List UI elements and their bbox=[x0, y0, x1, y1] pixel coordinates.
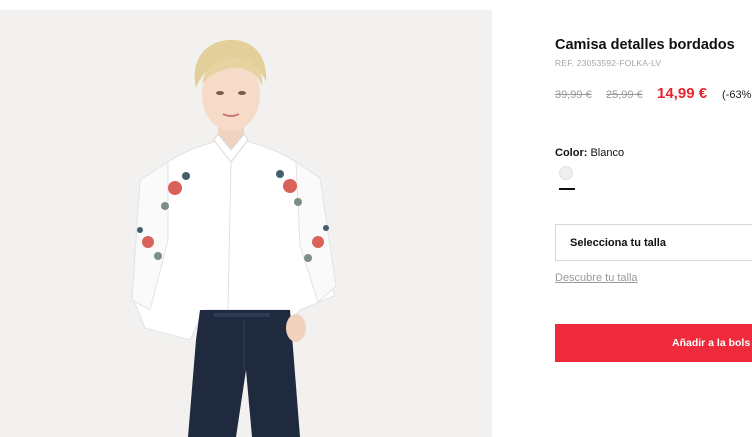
color-info: Color: Blanco bbox=[555, 147, 624, 159]
original-price: 39,99 € bbox=[555, 89, 592, 101]
size-select-label: Selecciona tu talla bbox=[570, 237, 666, 249]
selected-swatch-indicator bbox=[559, 188, 575, 190]
color-swatch-blanco[interactable] bbox=[559, 166, 573, 180]
color-value: Blanco bbox=[590, 147, 625, 159]
discount-badge: (-63% bbox=[722, 89, 752, 101]
add-to-bag-label: Añadir a la bols bbox=[672, 337, 751, 349]
current-price: 14,99 € bbox=[657, 85, 708, 102]
size-select[interactable]: Selecciona tu talla bbox=[555, 224, 752, 261]
product-title: Camisa detalles bordados bbox=[555, 37, 735, 53]
color-label: Color: bbox=[555, 147, 588, 159]
size-guide-link[interactable]: Descubre tu talla bbox=[555, 272, 638, 284]
previous-price: 25,99 € bbox=[606, 89, 643, 101]
add-to-bag-button[interactable]: Añadir a la bols bbox=[555, 324, 752, 362]
product-image[interactable] bbox=[0, 10, 492, 437]
product-reference: REF. 23053592-FOLKA-LV bbox=[555, 58, 662, 68]
